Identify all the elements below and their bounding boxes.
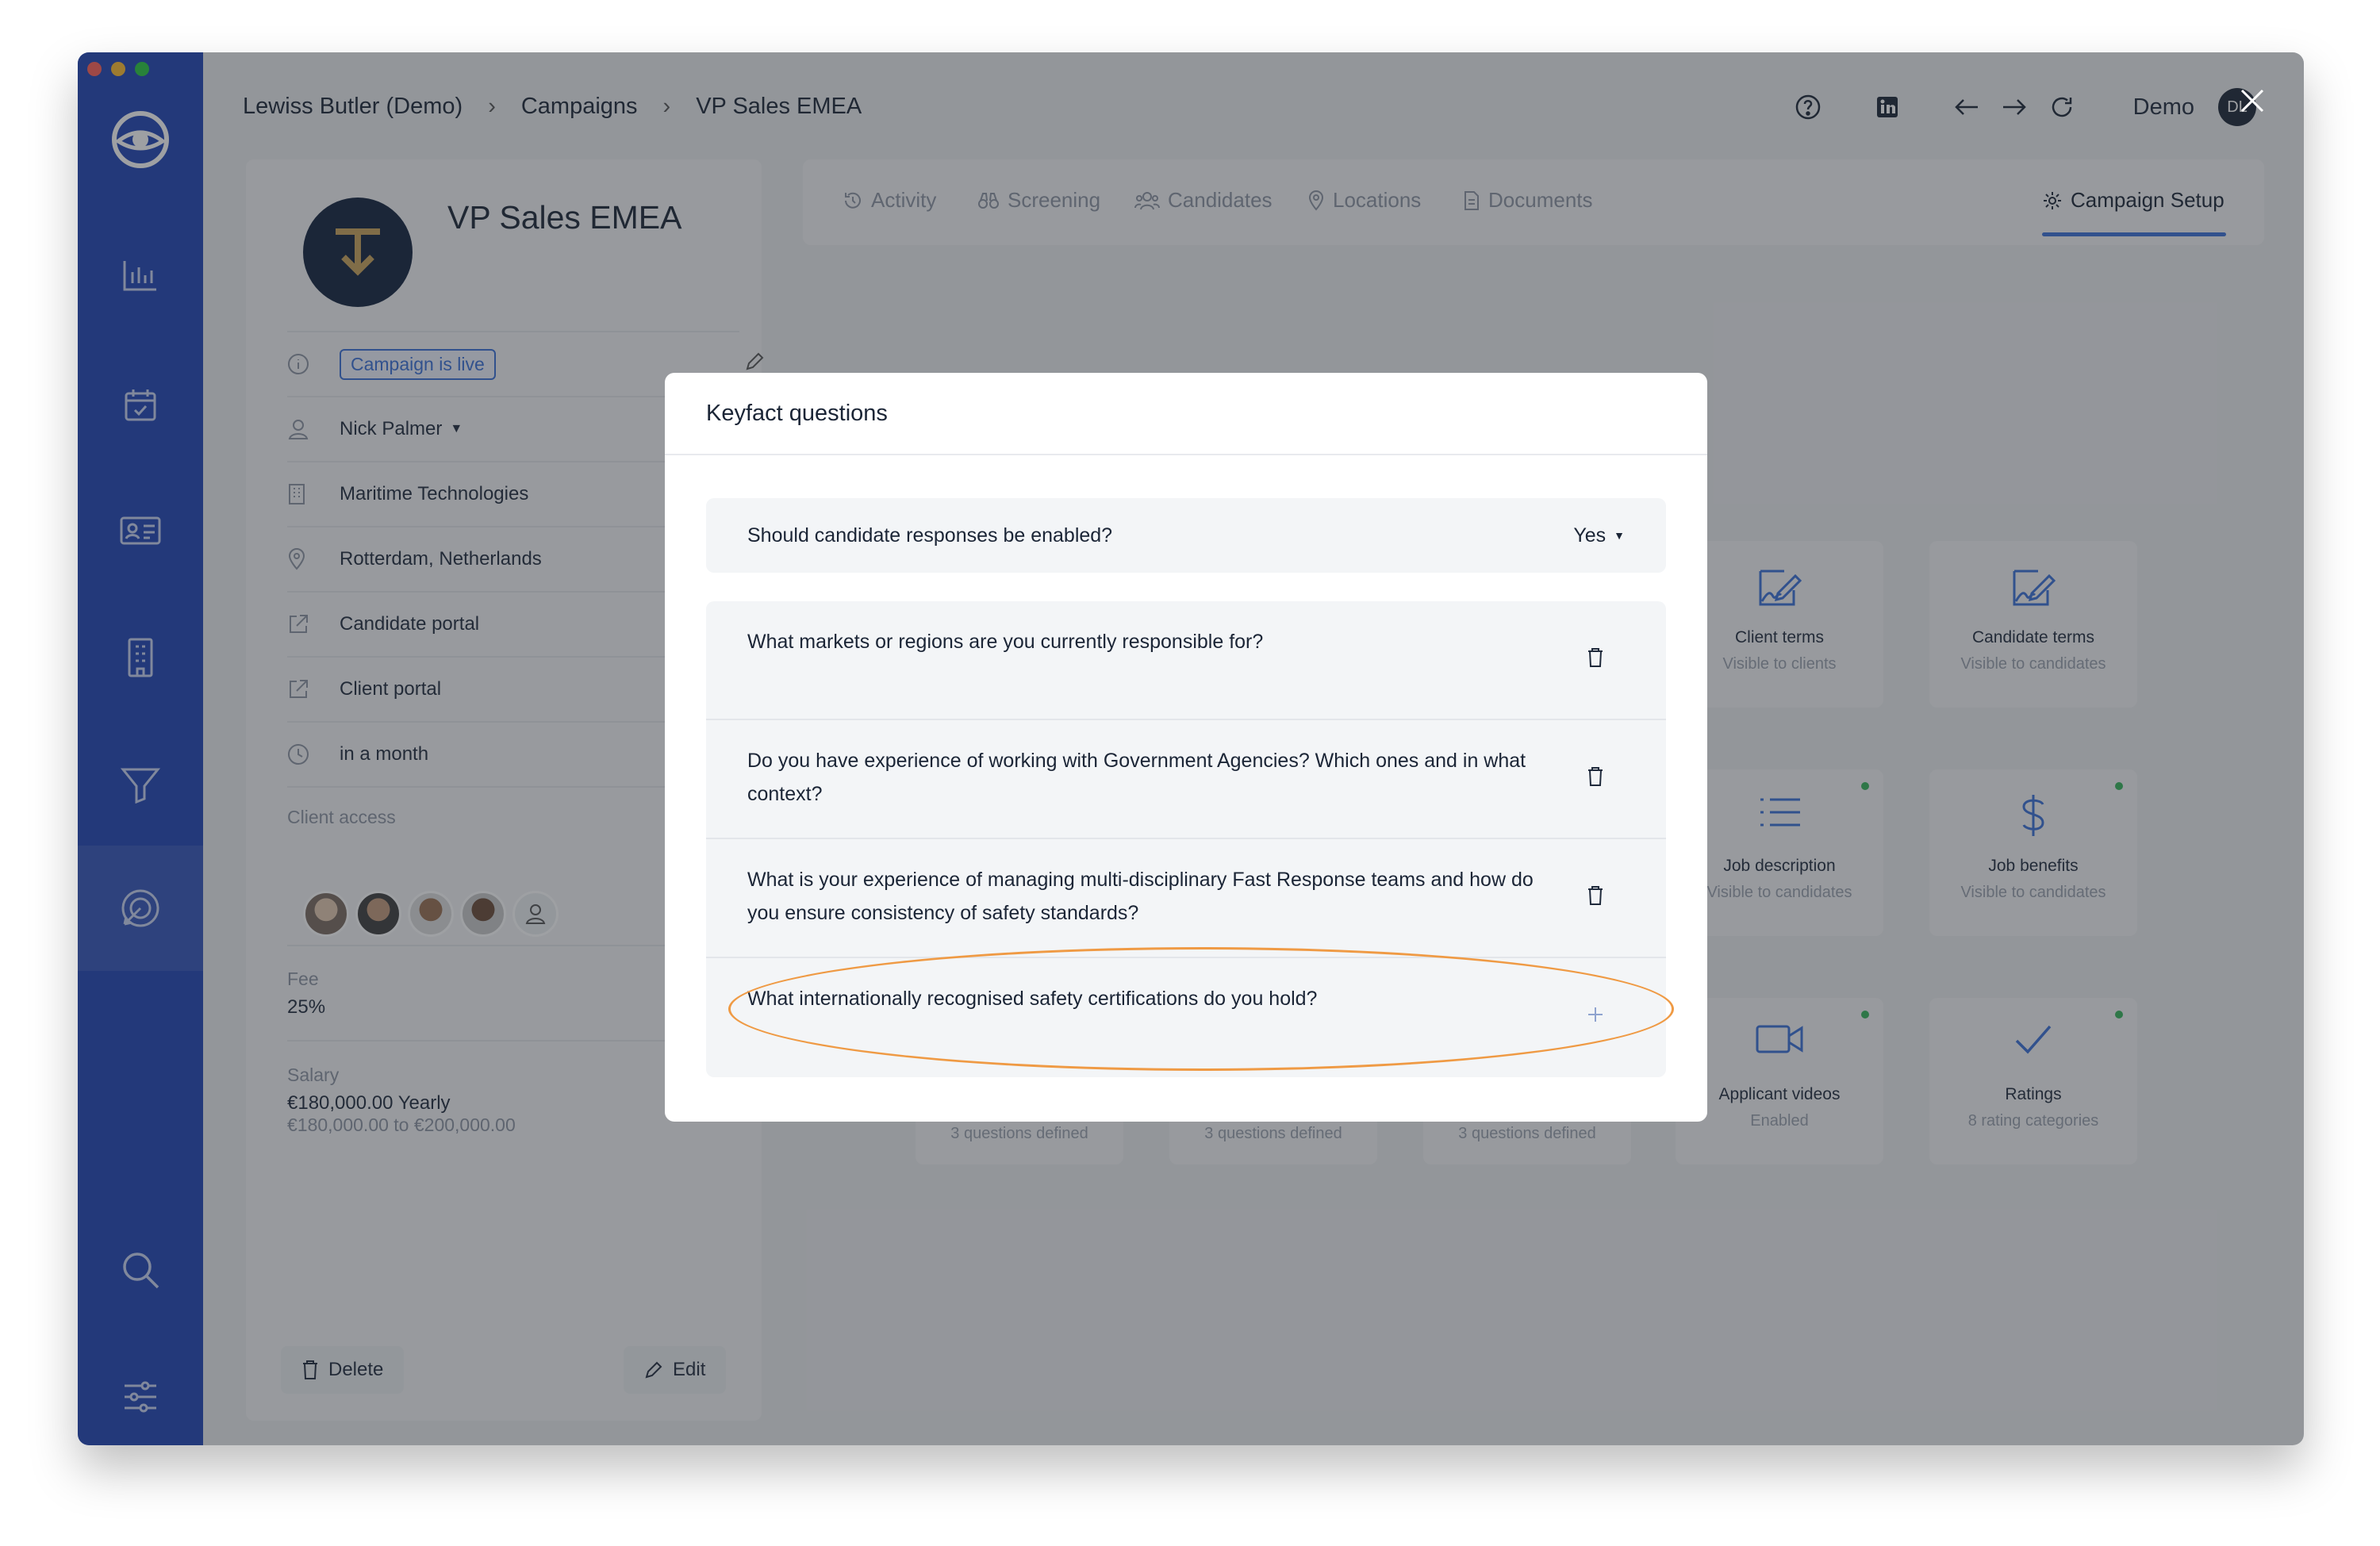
responses-select-value: Yes [1573, 524, 1606, 547]
responses-toggle-row: Should candidate responses be enabled? Y… [706, 498, 1666, 573]
toggle-question: Should candidate responses be enabled? [747, 524, 1113, 547]
trash-icon[interactable] [1582, 763, 1609, 790]
question-text[interactable]: What markets or regions are you currentl… [747, 631, 1263, 653]
modal-title: Keyfact questions [665, 373, 1707, 455]
trash-icon[interactable] [1582, 882, 1609, 909]
question-text[interactable]: Do you have experience of working with G… [747, 750, 1526, 805]
question-item[interactable]: What markets or regions are you currentl… [706, 601, 1666, 720]
question-item[interactable]: Do you have experience of working with G… [706, 720, 1666, 839]
question-item[interactable]: What is your experience of managing mult… [706, 839, 1666, 958]
responses-select[interactable]: Yes ▼ [1573, 524, 1625, 547]
app-window: Lewiss Butler (Demo) › Campaigns › VP Sa… [78, 52, 2304, 1445]
trash-icon[interactable] [1582, 644, 1609, 671]
question-text[interactable]: What is your experience of managing mult… [747, 869, 1534, 924]
caret-down-icon: ▼ [1614, 529, 1625, 542]
close-modal-icon[interactable] [2232, 81, 2272, 121]
highlight-annotation [728, 947, 1674, 1071]
